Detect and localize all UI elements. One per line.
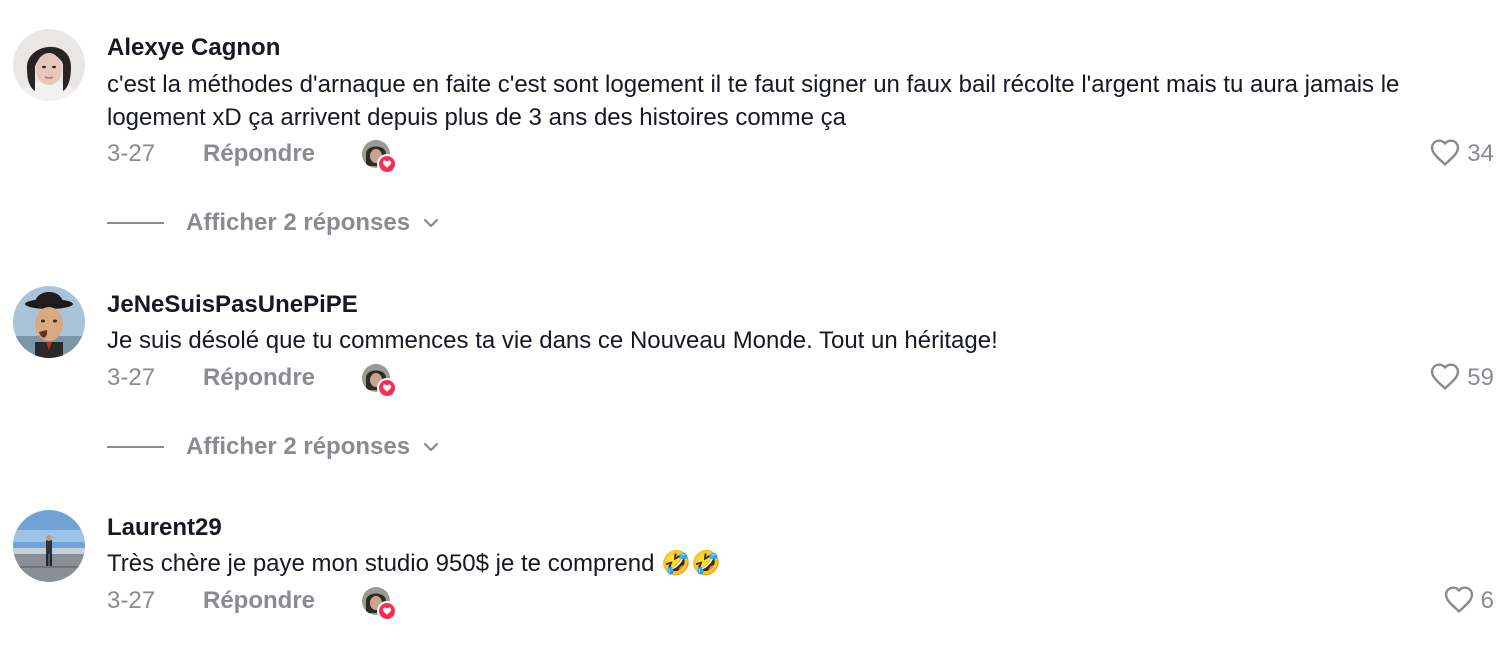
- comment-username[interactable]: Alexye Cagnon: [107, 34, 280, 62]
- heart-outline-icon: [1429, 137, 1461, 172]
- chevron-down-icon: [422, 217, 440, 229]
- comment-text: Je suis désolé que tu commences ta vie d…: [107, 327, 998, 354]
- comment-username[interactable]: Laurent29: [107, 514, 222, 542]
- creator-liked-badge: [360, 586, 397, 622]
- like-button[interactable]: 59: [1429, 362, 1494, 394]
- divider-line: [107, 446, 164, 448]
- avatar[interactable]: [13, 510, 85, 582]
- heart-outline-icon: [1429, 361, 1461, 396]
- like-count: 6: [1480, 587, 1494, 614]
- avatar[interactable]: [13, 286, 85, 358]
- comment-text: Très chère je paye mon studio 950$ je te…: [107, 550, 721, 577]
- heart-filled-icon: [377, 378, 397, 398]
- like-button[interactable]: 6: [1443, 585, 1494, 617]
- comment-date: 3-27: [107, 364, 156, 391]
- avatar[interactable]: [13, 29, 85, 101]
- reply-button[interactable]: Répondre: [203, 587, 315, 615]
- heart-filled-icon: [377, 601, 397, 621]
- reply-button[interactable]: Répondre: [203, 364, 315, 392]
- like-button[interactable]: 34: [1429, 138, 1494, 170]
- comment-text: c'est la méthodes d'arnaque en faite c'e…: [107, 71, 1400, 131]
- creator-liked-badge: [360, 139, 397, 175]
- view-replies-label: Afficher 2 réponses: [186, 209, 411, 236]
- like-count: 59: [1467, 364, 1494, 391]
- heart-filled-icon: [377, 154, 397, 174]
- divider-line: [107, 222, 164, 224]
- creator-liked-badge: [360, 363, 397, 399]
- like-count: 34: [1467, 140, 1494, 167]
- view-replies-label: Afficher 2 réponses: [186, 433, 411, 460]
- heart-outline-icon: [1443, 584, 1475, 619]
- chevron-down-icon: [422, 441, 440, 453]
- comment-date: 3-27: [107, 140, 156, 167]
- comment-date: 3-27: [107, 587, 156, 614]
- reply-button[interactable]: Répondre: [203, 140, 315, 168]
- view-replies-button[interactable]: Afficher 2 réponses: [107, 431, 440, 463]
- comment-username[interactable]: JeNeSuisPasUnePiPE: [107, 291, 358, 319]
- view-replies-button[interactable]: Afficher 2 réponses: [107, 207, 440, 239]
